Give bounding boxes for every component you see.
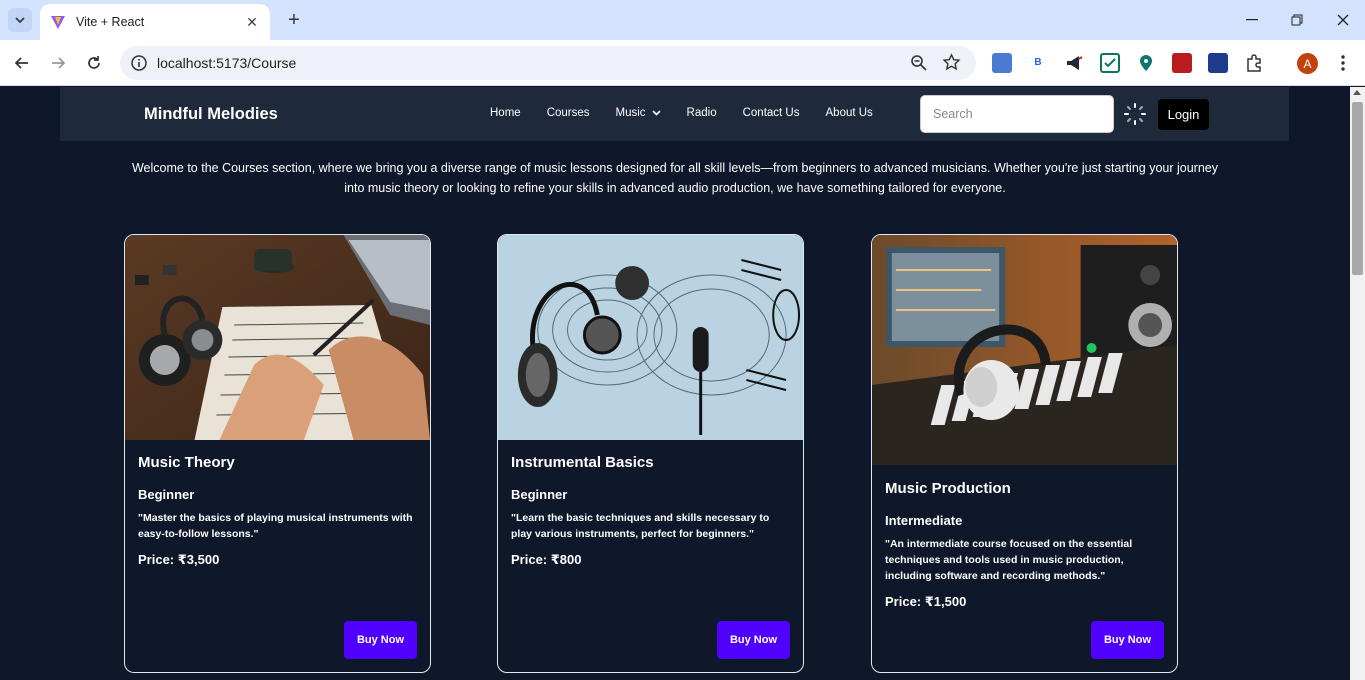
chevron-down-icon	[15, 17, 25, 23]
extension-checklist-icon[interactable]	[1100, 53, 1120, 73]
course-level: Beginner	[511, 487, 568, 502]
buy-now-button[interactable]: Buy Now	[717, 621, 790, 659]
loading-spinner-icon	[1124, 103, 1146, 125]
course-card-body: Instrumental Basics Beginner "Learn the …	[511, 454, 790, 568]
restore-button[interactable]	[1274, 0, 1320, 40]
course-level: Beginner	[138, 487, 195, 502]
extensions-puzzle-icon[interactable]	[1244, 53, 1264, 73]
nav-home[interactable]: Home	[490, 107, 521, 119]
nav-contact[interactable]: Contact Us	[743, 107, 800, 119]
extension-megaphone-icon[interactable]	[1064, 53, 1084, 73]
profile-avatar[interactable]: A	[1297, 53, 1318, 74]
extension-red-icon[interactable]	[1172, 53, 1192, 73]
chevron-down-icon	[651, 110, 661, 116]
reload-button[interactable]	[82, 51, 106, 75]
restore-icon	[1291, 14, 1303, 26]
course-price: Price: ₹3,500	[138, 552, 220, 567]
scroll-up-arrow-icon[interactable]	[1353, 90, 1361, 95]
extension-navy-icon[interactable]	[1208, 53, 1228, 73]
browser-toolbar: localhost:5173/Course B A	[0, 40, 1365, 86]
arrow-right-icon	[52, 57, 66, 69]
music-theory-image	[125, 235, 430, 440]
site-info-icon[interactable]	[130, 54, 148, 72]
course-card-body: Music Production Intermediate "An interm…	[885, 480, 1164, 610]
back-button[interactable]	[10, 51, 34, 75]
extension-b-icon[interactable]: B	[1028, 53, 1048, 73]
minimize-button[interactable]	[1229, 0, 1275, 40]
extension-location-icon[interactable]	[1136, 53, 1156, 73]
url-text[interactable]: localhost:5173/Course	[157, 55, 296, 71]
browser-tab[interactable]: Vite + React ✕	[40, 4, 270, 40]
login-button[interactable]: Login	[1158, 99, 1209, 130]
music-production-image	[872, 235, 1177, 465]
minimize-icon	[1246, 19, 1258, 21]
nav-courses[interactable]: Courses	[547, 107, 590, 119]
course-title: Music Theory	[138, 454, 235, 471]
more-vert-icon	[1341, 55, 1345, 71]
browser-menu-button[interactable]	[1333, 51, 1353, 75]
course-card: Music Production Intermediate "An interm…	[871, 234, 1178, 673]
course-title: Music Production	[885, 480, 1011, 497]
instrumental-basics-image	[498, 235, 803, 440]
nav-music-label: Music	[615, 107, 646, 119]
nav-about[interactable]: About Us	[826, 107, 873, 119]
course-card-body: Music Theory Beginner "Master the basics…	[138, 454, 417, 568]
nav-music-dropdown[interactable]: Music	[616, 107, 661, 119]
close-window-button[interactable]	[1320, 0, 1365, 40]
extension-monitor-icon[interactable]	[992, 53, 1012, 73]
bookmark-star-icon[interactable]	[942, 53, 961, 72]
nav-radio[interactable]: Radio	[687, 107, 717, 119]
close-icon	[1337, 14, 1349, 26]
course-title: Instrumental Basics	[511, 454, 654, 471]
brand-logo[interactable]: Mindful Melodies	[144, 105, 278, 124]
site-navbar: Mindful Melodies Home Courses Music Radi…	[60, 87, 1289, 141]
tab-search-button[interactable]	[8, 8, 32, 32]
arrow-left-icon	[14, 57, 28, 69]
courses-intro-text: Welcome to the Courses section, where we…	[131, 161, 1218, 195]
buy-now-button[interactable]: Buy Now	[344, 621, 417, 659]
browser-tab-strip: Vite + React ✕ +	[0, 0, 1365, 40]
reload-icon	[88, 56, 100, 69]
vite-logo-icon	[51, 16, 65, 29]
close-tab-icon[interactable]: ✕	[244, 14, 260, 31]
course-card: Instrumental Basics Beginner "Learn the …	[497, 234, 804, 673]
buy-now-button[interactable]: Buy Now	[1091, 621, 1164, 659]
course-card: Music Theory Beginner "Master the basics…	[124, 234, 431, 673]
course-level: Intermediate	[885, 513, 963, 528]
search-input[interactable]	[920, 95, 1114, 133]
page-scrollbar[interactable]	[1350, 87, 1365, 680]
course-price: Price: ₹1,500	[885, 594, 967, 609]
nav-links: Home Courses Music Radio Contact Us Abou…	[490, 107, 899, 119]
tab-title: Vite + React	[76, 15, 145, 29]
new-tab-button[interactable]: +	[282, 8, 306, 32]
course-price: Price: ₹800	[511, 552, 582, 567]
address-bar[interactable]: localhost:5173/Course	[120, 46, 976, 80]
course-description: "Master the basics of playing musical in…	[138, 512, 413, 540]
course-description: "Learn the basic techniques and skills n…	[511, 512, 770, 540]
forward-button[interactable]	[46, 51, 70, 75]
zoom-icon[interactable]	[910, 54, 928, 72]
course-description: "An intermediate course focused on the e…	[885, 538, 1133, 582]
scroll-thumb[interactable]	[1352, 102, 1363, 275]
